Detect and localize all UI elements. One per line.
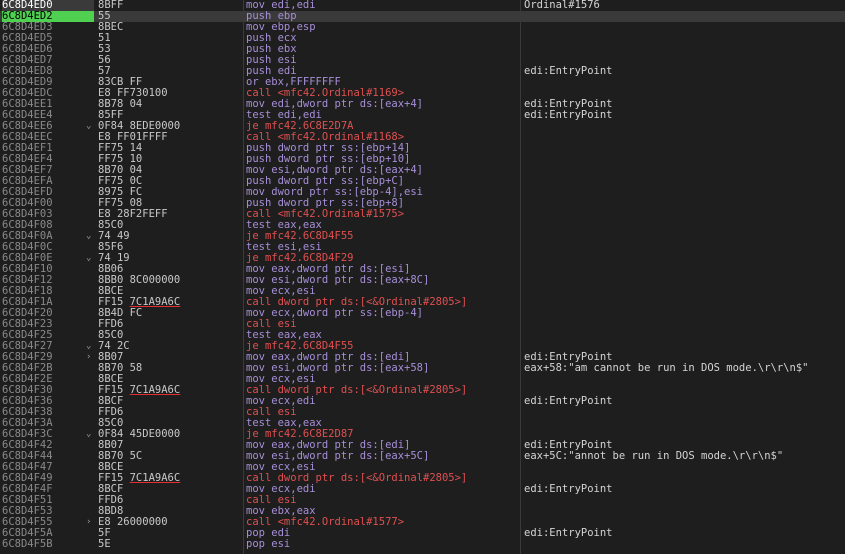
jump-arrow-icon: › [86,517,92,527]
row-bytes: 8BEC [98,21,124,33]
row-comment: eax+5C:"annot be run in DOS mode.\r\r\n$… [524,450,784,462]
row-bytes: 5F [98,527,111,539]
disasm-row[interactable]: 6C8D4ED5 51 push ecx [0,33,845,44]
jump-arrow-icon: ⌄ [86,121,92,131]
disasm-row[interactable]: 6C8D4F2B 8B70 58 mov esi,dword ptr ds:[eax… [0,363,845,374]
jump-arrow-icon: ⌄ [86,341,92,351]
row-comment: eax+58:"am cannot be run in DOS mode.\r\… [524,362,809,374]
disasm-row[interactable]: 6C8D4EE1 8B78 04 mov edi,dword ptr ds:[eax… [0,99,845,110]
row-comment: edi:EntryPoint [524,483,613,495]
disasm-row[interactable]: 6C8D4F5A 5F pop edi edi:EntryPoint [0,528,845,539]
row-comment: edi:EntryPoint [524,527,613,539]
address-reference-link[interactable]: 7C1A9A6C [130,472,181,484]
disasm-row[interactable]: 6C8D4F0A ⌄ 74 49 je mfc42.6C8D4F55 [0,231,845,242]
row-bytes: 8BFF [98,0,124,11]
disasm-row[interactable]: 6C8D4F23 FFD6 call esi [0,319,845,330]
jump-arrow-icon: ⌄ [86,429,92,439]
jump-arrow-icon: ⌄ [86,231,92,241]
row-bytes: E8 26000000 [98,516,168,528]
disasm-row[interactable]: 6C8D4ED2 55 push ebp [0,11,845,22]
disasm-row[interactable]: 6C8D4F12 8BB0 8C000000 mov esi,dword ptr d… [0,275,845,286]
row-bytes: 53 [98,43,111,55]
disasm-row[interactable]: 6C8D4F3C ⌄ 0F84 45DE0000 je mfc42.6C8E2D87 [0,429,845,440]
row-bytes: 51 [98,32,111,44]
disasm-row[interactable]: 6C8D4F0E ⌄ 74 19 je mfc42.6C8D4F29 [0,253,845,264]
disasm-row[interactable]: 6C8D4F51 FFD6 call esi [0,495,845,506]
row-comment: edi:EntryPoint [524,109,613,121]
disasm-row[interactable]: 6C8D4F20 8B4D FC mov ecx,dword ptr ss:[ebp… [0,308,845,319]
disasm-row[interactable]: 6C8D4F38 FFD6 call esi [0,407,845,418]
disasm-row[interactable]: 6C8D4ED6 53 push ebx [0,44,845,55]
disasm-row[interactable]: 6C8D4F5B 5E pop esi [0,539,845,550]
disasm-row[interactable]: 6C8D4F36 8BCF mov ecx,edi edi:EntryPoint [0,396,845,407]
row-bytes: 5E [98,538,111,550]
disasm-row[interactable]: 6C8D4F03 E8 28F2FEFF call <mfc42.Ordinal#1… [0,209,845,220]
disasm-row[interactable]: 6C8D4F30 FF15 7C1A9A6C call dword ptr ds:[… [0,385,845,396]
row-comment: edi:EntryPoint [524,395,613,407]
disasm-row[interactable]: 6C8D4F49 FF15 7C1A9A6C call dword ptr ds:[… [0,473,845,484]
disasm-row[interactable]: 6C8D4ED7 56 push esi [0,55,845,66]
disasm-row[interactable]: 6C8D4F27 ⌄ 74 2C je mfc42.6C8D4F55 [0,341,845,352]
row-comment: edi:EntryPoint [524,65,613,77]
row-comment: Ordinal#1576 [524,0,600,11]
disasm-row[interactable]: 6C8D4ED0 8BFF mov edi,edi Ordinal#1576 [0,0,845,11]
disasm-row[interactable]: 6C8D4F44 8B70 5C mov esi,dword ptr ds:[eax… [0,451,845,462]
jump-arrow-icon: › [86,352,92,362]
row-bytes: 56 [98,54,111,66]
row-address[interactable]: 6C8D4F5B [2,539,94,550]
disasm-row[interactable]: 6C8D4F4F 8BCF mov ecx,edi edi:EntryPoint [0,484,845,495]
address-reference-link[interactable]: 7C1A9A6C [130,384,181,396]
jump-arrow-icon: ⌄ [86,253,92,263]
disasm-row[interactable]: 6C8D4F55 › E8 26000000 call <mfc42.Ordinal#… [0,517,845,528]
disasm-row[interactable]: 6C8D4ED3 8BEC mov ebp,esp [0,22,845,33]
row-instruction[interactable]: pop esi [246,539,520,550]
disassembly-view[interactable]: 6C8D4ED0 8BFF mov edi,edi Ordinal#1576 6C8D4… [0,0,845,554]
